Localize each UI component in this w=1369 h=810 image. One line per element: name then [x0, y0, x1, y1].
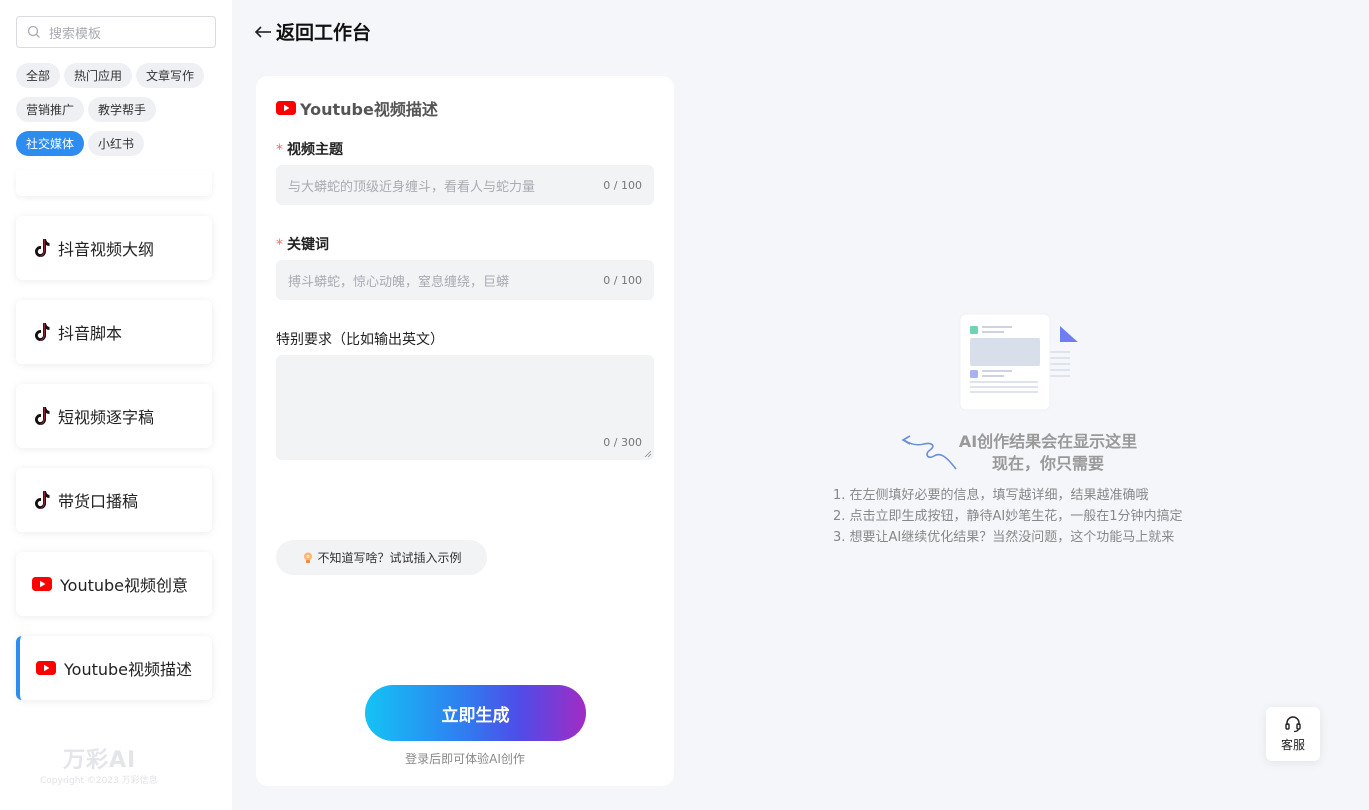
insert-example-label: 不知道写啥？试试插入示例 — [317, 551, 462, 565]
sidebar-item-label: 抖音视频大纲 — [58, 240, 155, 259]
result-title-line2: 现在，你只需要 — [991, 454, 1104, 473]
tiktok-icon — [32, 490, 50, 510]
special-requirements-textarea[interactable]: 0 / 300 — [276, 355, 654, 460]
document-illustration-icon — [959, 313, 1080, 411]
tip-item: 1. 在左侧填好必要的信息，填写越详细，结果越准确哦 — [833, 488, 1149, 503]
sidebar-item-youtube-description[interactable]: Youtube视频描述 — [16, 636, 212, 700]
required-mark: * — [276, 142, 283, 158]
tip-item: 3. 想要让AI继续优化结果？当然没问题，这个功能马上就来 — [833, 530, 1175, 545]
form-panel: Youtube视频描述 * 视频主题 与大蟒蛇的顶级近身缠斗，看看人与蛇力量 0 … — [256, 76, 674, 786]
tag-marketing[interactable]: 营销推广 — [16, 97, 85, 122]
youtube-icon — [36, 661, 56, 675]
sidebar-item-youtube-ideas[interactable]: Youtube视频创意 — [16, 552, 212, 616]
required-mark: * — [276, 237, 283, 253]
sidebar-item-label: 抖音脚本 — [58, 324, 123, 343]
result-placeholder-title: AI创作结果会在显示这里 现在，你只需要 — [948, 431, 1148, 475]
login-tip: 登录后即可体验AI创作 — [405, 752, 525, 766]
tag-popular[interactable]: 热门应用 — [64, 63, 133, 88]
keywords-char-count: 0 / 100 — [603, 273, 642, 287]
youtube-icon — [276, 101, 296, 115]
back-label: 返回工作台 — [276, 22, 372, 44]
tiktok-icon — [32, 406, 50, 426]
topic-char-count: 0 / 100 — [603, 178, 642, 192]
keywords-label-text: 关键词 — [287, 237, 329, 253]
tag-teaching[interactable]: 教学帮手 — [88, 97, 157, 122]
copyright-text: Copyright ©2023 万彩信息 — [40, 776, 158, 786]
sidebar-item-douyin-script[interactable]: 抖音脚本 — [16, 300, 212, 364]
insert-example-button[interactable]: 不知道写啥？试试插入示例 — [276, 540, 487, 575]
search-input[interactable]: 搜索模板 — [16, 16, 216, 48]
special-requirements-label: 特别要求（比如输出英文） — [276, 332, 444, 348]
topic-placeholder: 与大蟒蛇的顶级近身缠斗，看看人与蛇力量 — [288, 179, 536, 195]
youtube-icon — [32, 577, 52, 591]
search-placeholder: 搜索模板 — [49, 26, 102, 42]
lightbulb-icon — [304, 552, 313, 563]
sidebar: 搜索模板 全部 热门应用 文章写作 营销推广 教学帮手 社交媒体 小红书 抖音视… — [0, 0, 232, 810]
brand-logo: 万彩AI — [63, 748, 137, 773]
category-tags: 全部 热门应用 文章写作 营销推广 教学帮手 社交媒体 小红书 — [16, 63, 221, 156]
resize-handle-icon[interactable] — [644, 450, 652, 458]
sidebar-item-label: Youtube视频描述 — [64, 660, 192, 679]
sidebar-item-sales-script[interactable]: 带货口播稿 — [16, 468, 212, 532]
generate-button[interactable]: 立即生成 — [365, 685, 586, 741]
keywords-placeholder: 搏斗蟒蛇，惊心动魄，窒息缠绕，巨蟒 — [288, 274, 510, 290]
sidebar-item-label: Youtube视频创意 — [60, 576, 188, 595]
form-title-text: Youtube视频描述 — [300, 100, 438, 119]
form-title: Youtube视频描述 — [276, 96, 438, 120]
back-to-workbench-link[interactable]: 返回工作台 — [254, 18, 371, 45]
list-item-partial[interactable] — [16, 170, 212, 196]
tiktok-icon — [32, 322, 50, 342]
topic-label-text: 视频主题 — [287, 142, 343, 158]
search-icon — [27, 25, 40, 38]
keywords-label: * 关键词 — [276, 234, 329, 254]
sidebar-item-douyin-outline[interactable]: 抖音视频大纲 — [16, 216, 212, 280]
sidebar-item-label: 带货口播稿 — [58, 492, 139, 511]
topic-input[interactable]: 与大蟒蛇的顶级近身缠斗，看看人与蛇力量 0 / 100 — [276, 165, 654, 205]
arrow-left-icon — [254, 25, 271, 38]
topic-label: * 视频主题 — [276, 139, 343, 159]
result-title-line1: AI创作结果会在显示这里 — [958, 432, 1138, 451]
tag-all[interactable]: 全部 — [16, 63, 61, 88]
headset-icon — [1285, 716, 1301, 733]
sidebar-item-label: 短视频逐字稿 — [58, 408, 155, 427]
tiktok-icon — [32, 238, 50, 258]
customer-service-label: 客服 — [1280, 738, 1305, 752]
keywords-input[interactable]: 搏斗蟒蛇，惊心动魄，窒息缠绕，巨蟒 0 / 100 — [276, 260, 654, 300]
sidebar-item-short-video-transcript[interactable]: 短视频逐字稿 — [16, 384, 212, 448]
special-char-count: 0 / 300 — [603, 436, 642, 449]
tag-xiaohongshu[interactable]: 小红书 — [88, 131, 145, 156]
tag-social-media[interactable]: 社交媒体 — [16, 131, 85, 156]
tip-item: 2. 点击立即生成按钮，静待AI妙笔生花，一般在1分钟内搞定 — [833, 509, 1183, 524]
result-tips: 1. 在左侧填好必要的信息，填写越详细，结果越准确哦 2. 点击立即生成按钮，静… — [833, 485, 1183, 548]
customer-service-button[interactable]: 客服 — [1266, 707, 1320, 761]
tag-writing[interactable]: 文章写作 — [136, 63, 205, 88]
